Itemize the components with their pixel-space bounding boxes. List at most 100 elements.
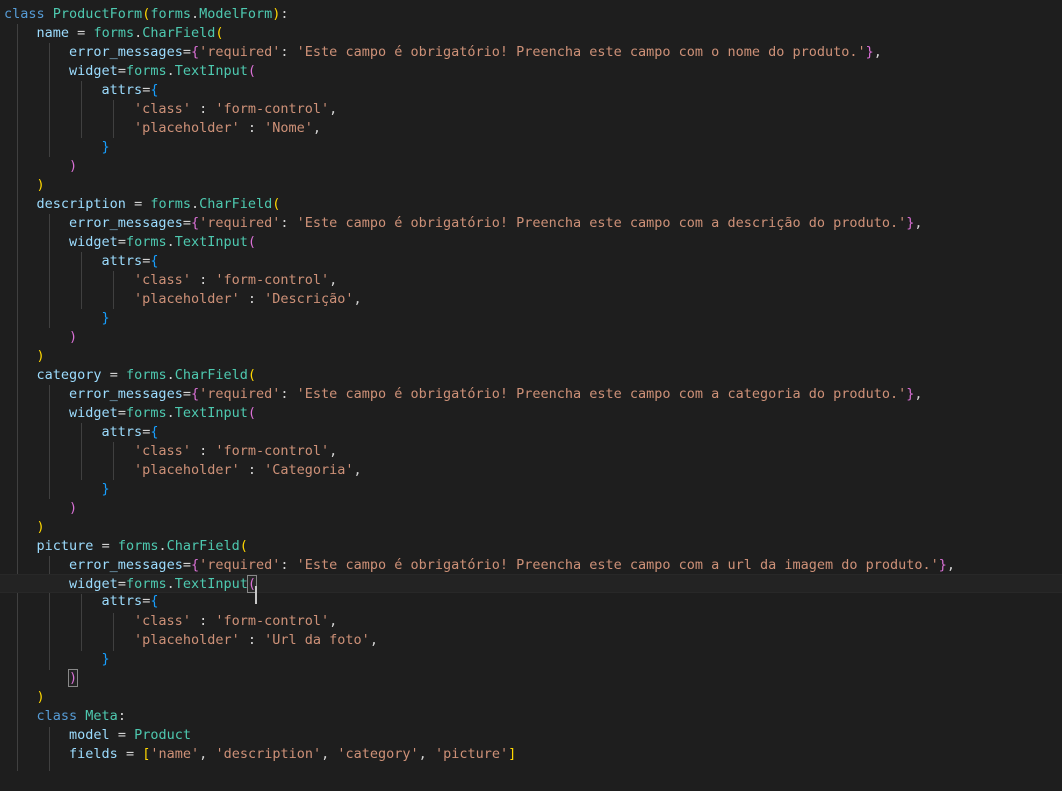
token-colon: : <box>247 291 256 308</box>
code-line[interactable]: 'class' : 'form-control', <box>0 271 1062 290</box>
token-bracket: ) <box>69 329 78 346</box>
code-line[interactable]: } <box>0 138 1062 157</box>
code-line[interactable]: widget=forms.TextInput( <box>0 404 1062 423</box>
code-content[interactable]: class ProductForm(forms.ModelForm): name… <box>0 5 1062 764</box>
token-string-value: 'Nome' <box>264 120 313 137</box>
code-line[interactable]: 'class' : 'form-control', <box>0 612 1062 631</box>
token-bracket: } <box>101 650 110 667</box>
token-colon: : <box>199 272 208 289</box>
token-comma: , <box>369 631 378 648</box>
code-line[interactable]: error_messages={'required': 'Este campo … <box>0 385 1062 404</box>
code-editor[interactable]: class ProductForm(forms.ModelForm): name… <box>0 0 1062 791</box>
code-line[interactable]: description = forms.CharField( <box>0 195 1062 214</box>
token-bracket: ( <box>247 234 257 251</box>
code-line-current[interactable]: widget=forms.TextInput( <box>0 574 1062 605</box>
code-line[interactable]: attrs={ <box>0 592 1062 611</box>
token-colon: : <box>280 215 289 232</box>
code-line[interactable]: widget=forms.TextInput( <box>0 62 1062 81</box>
token-colon: : <box>280 44 289 61</box>
token-bracket: ( <box>247 63 257 80</box>
token-string-value: 'form-control' <box>215 101 330 118</box>
code-line[interactable]: name = forms.CharField( <box>0 24 1062 43</box>
token-bracket: ( <box>247 367 257 384</box>
token-field-name: picture <box>36 538 94 555</box>
token-module: forms <box>117 538 159 555</box>
token-comma: , <box>914 386 923 403</box>
token-field-name: category <box>36 367 102 384</box>
code-line[interactable]: ) <box>0 157 1062 176</box>
token-kwarg: widget <box>69 63 118 80</box>
code-line[interactable]: 'placeholder' : 'Categoria', <box>0 461 1062 480</box>
token-bracket: ( <box>247 405 257 422</box>
token-bracket: { <box>150 424 159 441</box>
code-line[interactable]: ) <box>0 518 1062 537</box>
token-kwarg: error_messages <box>69 215 183 232</box>
code-line[interactable]: error_messages={'required': 'Este campo … <box>0 214 1062 233</box>
code-line[interactable]: model = Product <box>0 726 1062 745</box>
token-dot: . <box>166 234 175 251</box>
token-field-name: description <box>36 196 126 213</box>
token-colon: : <box>280 557 289 574</box>
code-line[interactable]: } <box>0 309 1062 328</box>
code-line[interactable]: picture = forms.CharField( <box>0 537 1062 556</box>
code-line[interactable]: attrs={ <box>0 81 1062 100</box>
token-dot: . <box>166 576 175 593</box>
token-string-key: 'class' <box>134 612 191 629</box>
code-line[interactable]: error_messages={'required': 'Este campo … <box>0 43 1062 62</box>
token-keyword-class: class <box>4 6 45 22</box>
code-line[interactable]: } <box>0 480 1062 499</box>
token-dot: . <box>190 6 200 22</box>
code-line[interactable]: class Meta: <box>0 707 1062 726</box>
token-dot: . <box>166 405 175 422</box>
code-line[interactable]: } <box>0 650 1062 669</box>
code-line[interactable]: ) <box>0 347 1062 366</box>
token-kwarg: attrs <box>101 424 143 441</box>
code-line[interactable]: 'placeholder' : 'Descrição', <box>0 290 1062 309</box>
token-comma: , <box>329 612 338 629</box>
token-kwarg: error_messages <box>69 557 183 574</box>
token-colon: : <box>117 707 126 724</box>
token-equals: = <box>117 576 126 593</box>
code-line[interactable]: 'class' : 'form-control', <box>0 442 1062 461</box>
token-string-key: 'required' <box>199 557 281 574</box>
code-line[interactable]: 'class' : 'form-control', <box>0 100 1062 119</box>
token-bracket-matching-close: ) <box>68 668 79 687</box>
token-colon: : <box>280 386 289 403</box>
code-line[interactable]: attrs={ <box>0 252 1062 271</box>
code-line[interactable]: ) <box>0 688 1062 707</box>
token-equals: = <box>101 538 110 555</box>
code-line[interactable]: ) <box>0 328 1062 347</box>
token-class-name: ProductForm <box>52 6 143 22</box>
token-kwarg: attrs <box>101 593 143 610</box>
token-equals: = <box>117 726 126 743</box>
code-line[interactable]: ) <box>0 176 1062 195</box>
token-equals: = <box>117 63 126 80</box>
token-bracket: ( <box>272 196 281 213</box>
code-line[interactable]: error_messages={'required': 'Este campo … <box>0 556 1062 575</box>
code-line[interactable]: 'placeholder' : 'Url da foto', <box>0 631 1062 650</box>
token-kwarg: widget <box>69 405 118 422</box>
token-error-message: 'Este campo é obrigatório! Preencha este… <box>296 215 907 232</box>
token-comma: , <box>914 215 923 232</box>
code-line[interactable]: attrs={ <box>0 423 1062 442</box>
code-line[interactable]: fields = ['name', 'description', 'catego… <box>0 745 1062 764</box>
token-kwarg: attrs <box>101 253 143 270</box>
token-meta-class-name: Meta <box>85 707 118 724</box>
token-comma: , <box>329 443 338 460</box>
token-bracket: { <box>190 215 200 232</box>
token-comma: , <box>946 557 956 574</box>
code-line[interactable]: ) <box>0 668 1062 688</box>
code-line[interactable]: category = forms.CharField( <box>0 366 1062 385</box>
token-field-type: CharField <box>199 196 273 213</box>
token-comma: , <box>353 291 362 308</box>
token-string-value: 'Url da foto' <box>264 631 370 648</box>
token-equals: = <box>117 405 126 422</box>
token-bracket: { <box>190 557 200 574</box>
code-line[interactable]: ) <box>0 499 1062 518</box>
code-line[interactable]: class ProductForm(forms.ModelForm): <box>0 5 1062 24</box>
token-kwarg: error_messages <box>69 386 183 403</box>
code-line[interactable]: 'placeholder' : 'Nome', <box>0 119 1062 138</box>
token-kwarg: attrs <box>101 82 143 99</box>
token-keyword-class: class <box>36 707 78 724</box>
code-line[interactable]: widget=forms.TextInput( <box>0 233 1062 252</box>
